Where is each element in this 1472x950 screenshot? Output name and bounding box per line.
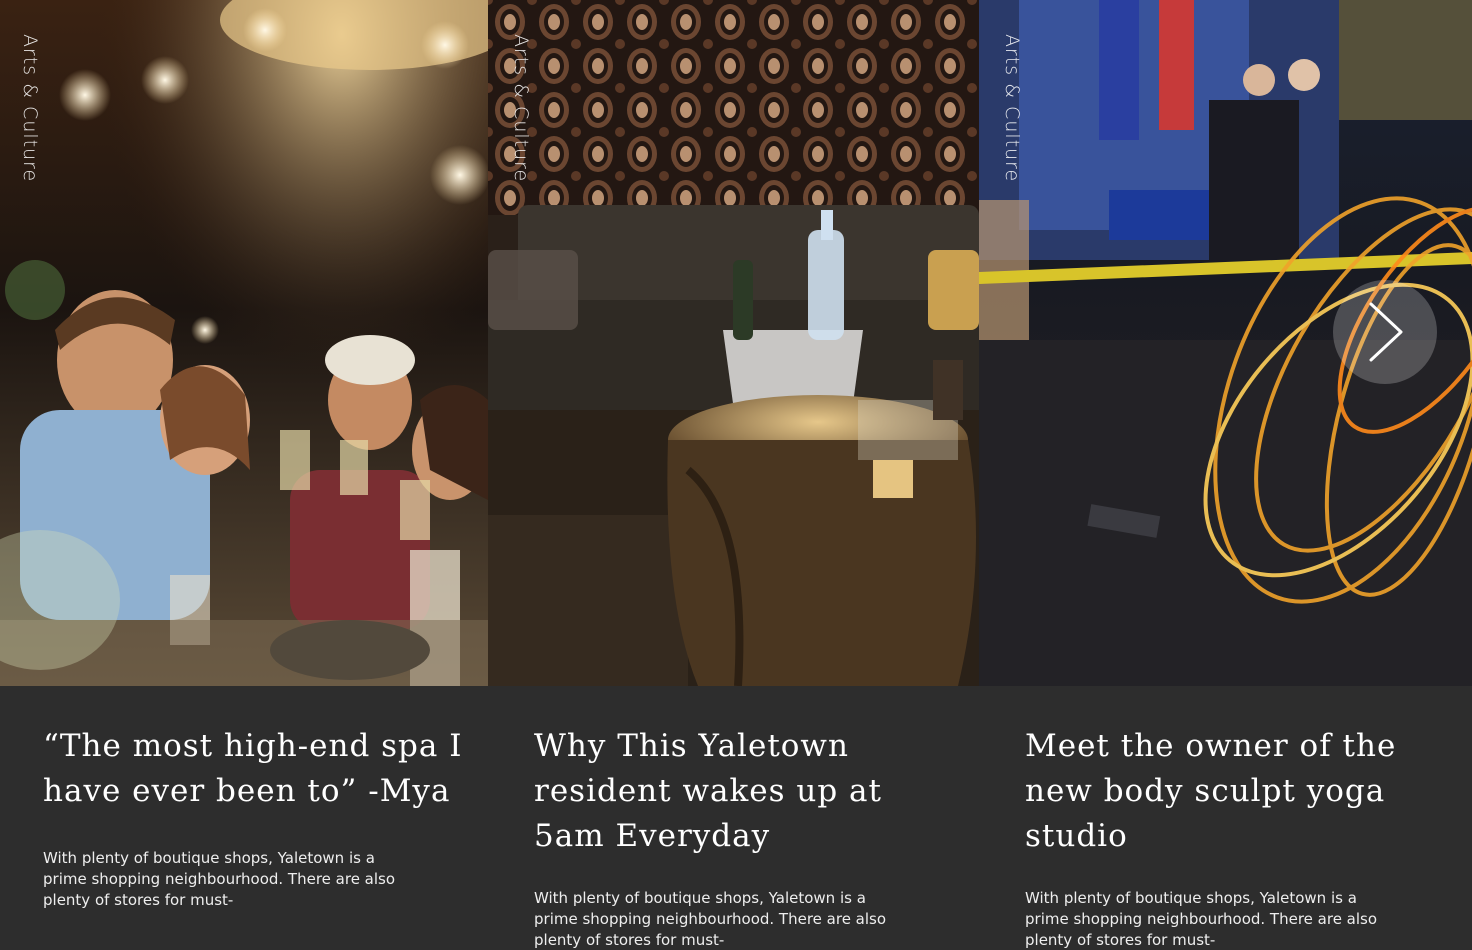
- article-card[interactable]: Arts & Culture Meet the owner of the new…: [979, 0, 1472, 950]
- article-image[interactable]: [0, 0, 488, 686]
- article-image[interactable]: [488, 0, 979, 686]
- article-carousel: Arts & Culture “The most high-end spa I …: [0, 0, 1472, 950]
- page: Arts & Culture “The most high-end spa I …: [0, 0, 1472, 950]
- carousel-next-button[interactable]: [1333, 280, 1437, 384]
- article-title[interactable]: “The most high-end spa I have ever been …: [43, 724, 463, 814]
- lounge-photo: [488, 0, 979, 686]
- chevron-right-icon: [1369, 302, 1403, 362]
- article-title[interactable]: Why This Yaletown resident wakes up at 5…: [534, 724, 954, 859]
- article-card[interactable]: Arts & Culture Why This Yaletown residen…: [488, 0, 979, 950]
- category-label[interactable]: Arts & Culture: [510, 34, 532, 182]
- article-content: Meet the owner of the new body sculpt yo…: [979, 686, 1472, 950]
- category-label[interactable]: Arts & Culture: [1001, 34, 1023, 182]
- article-excerpt: With plenty of boutique shops, Yaletown …: [534, 889, 887, 949]
- article-title[interactable]: Meet the owner of the new body sculpt yo…: [1025, 724, 1445, 859]
- friends-toasting-photo: [0, 0, 488, 686]
- article-content: Why This Yaletown resident wakes up at 5…: [488, 686, 979, 950]
- article-excerpt: With plenty of boutique shops, Yaletown …: [43, 849, 396, 909]
- category-label[interactable]: Arts & Culture: [19, 34, 41, 182]
- article-excerpt: With plenty of boutique shops, Yaletown …: [1025, 889, 1378, 949]
- article-card[interactable]: Arts & Culture “The most high-end spa I …: [0, 0, 488, 950]
- article-content: “The most high-end spa I have ever been …: [0, 686, 488, 950]
